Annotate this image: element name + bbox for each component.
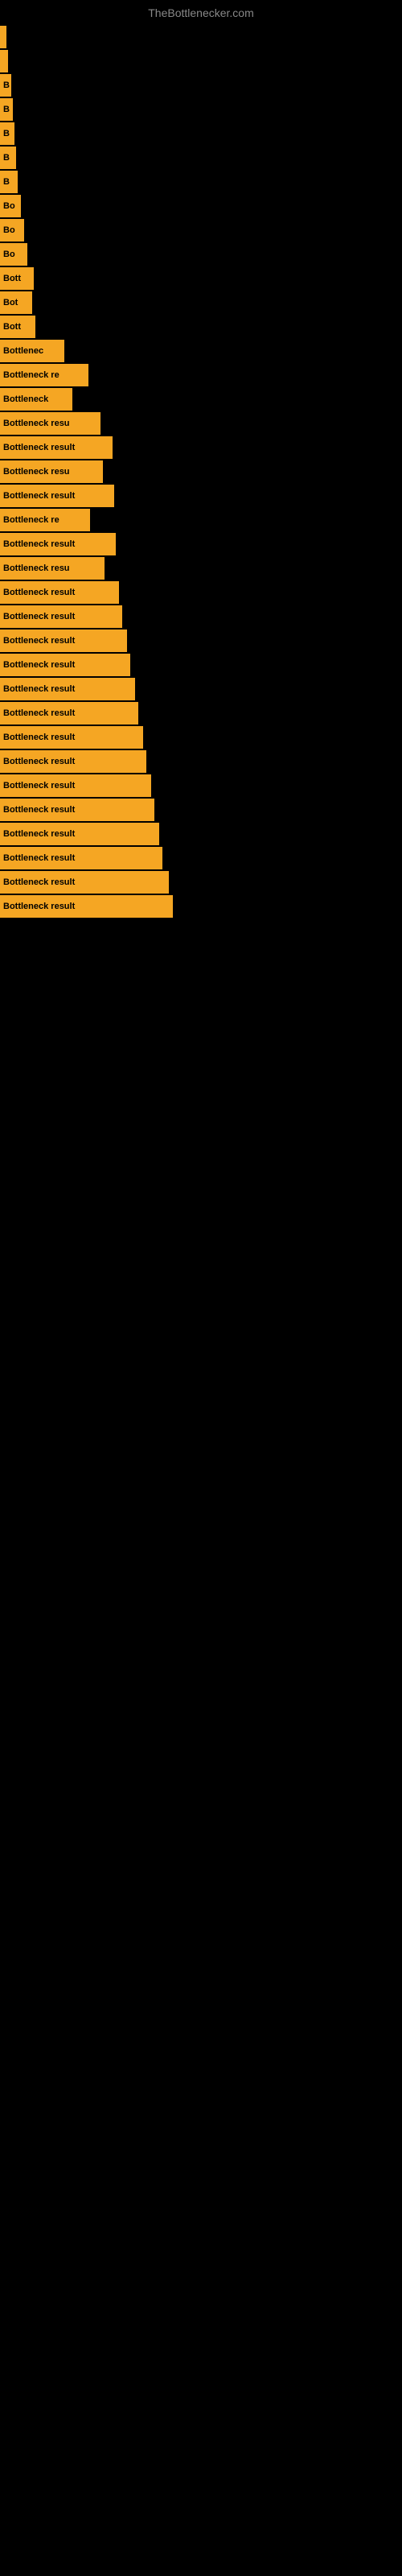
bar-row: Bottleneck resu [0,557,402,580]
bar-row: Bottlenec [0,340,402,362]
bar-row: Bottleneck result [0,605,402,628]
bar-row: Bottleneck re [0,509,402,531]
bar-item: Bottleneck result [0,605,122,628]
bar-item: B [0,98,13,121]
bar-item: B [0,74,11,97]
bar-item: Bottleneck result [0,485,114,507]
bar-item: Bottleneck resu [0,412,100,435]
bar-item: Bo [0,219,24,242]
bar-item: Bottlenec [0,340,64,362]
bar-row: Bottleneck result [0,726,402,749]
bar-item [0,50,8,72]
bar-row: Bottleneck result [0,436,402,459]
site-title: TheBottlenecker.com [0,0,402,26]
bar-row: Bottleneck result [0,823,402,845]
bar-row: Bott [0,316,402,338]
bar-row: Bo [0,243,402,266]
bar-row: B [0,74,402,97]
bar-row: Bottleneck result [0,799,402,821]
bar-row: Bottleneck result [0,654,402,676]
bar-item: Bottleneck result [0,895,173,918]
bar-item: Bo [0,243,27,266]
bar-item: Bottleneck re [0,509,90,531]
bar-row: Bottleneck result [0,750,402,773]
bar-row: Bott [0,267,402,290]
bar-row: Bottleneck re [0,364,402,386]
bar-row [0,26,402,48]
bar-item: Bottleneck re [0,364,88,386]
bar-row: B [0,171,402,193]
bar-item: Bottleneck result [0,823,159,845]
bar-item: Bottleneck result [0,702,138,724]
bar-row: Bottleneck result [0,678,402,700]
bar-item: Bottleneck resu [0,557,105,580]
bar-row: Bottleneck resu [0,412,402,435]
bar-item: Bot [0,291,32,314]
bar-row: Bottleneck resu [0,460,402,483]
bar-item: Bottleneck result [0,726,143,749]
bar-row: Bottleneck result [0,630,402,652]
bar-item: Bottleneck result [0,533,116,555]
bar-row: B [0,98,402,121]
bar-item: Bottleneck result [0,847,162,869]
bar-item [0,26,6,48]
bar-item: Bottleneck result [0,799,154,821]
bar-row: Bottleneck result [0,485,402,507]
bars-container: BBBBBBoBoBoBottBotBottBottlenecBottlenec… [0,26,402,918]
bar-item: Bo [0,195,21,217]
bar-row: Bottleneck [0,388,402,411]
bar-row: Bot [0,291,402,314]
bar-row: Bottleneck result [0,847,402,869]
bar-row: Bo [0,195,402,217]
bar-row: Bottleneck result [0,581,402,604]
bar-row [0,50,402,72]
bar-item: Bottleneck [0,388,72,411]
bar-item: B [0,122,14,145]
bar-item: Bott [0,267,34,290]
bar-row: Bottleneck result [0,533,402,555]
bar-item: Bottleneck result [0,871,169,894]
bar-item: Bottleneck resu [0,460,103,483]
bar-item: Bottleneck result [0,774,151,797]
bar-item: Bottleneck result [0,678,135,700]
bar-row: B [0,122,402,145]
bar-item: Bottleneck result [0,581,119,604]
bar-item: B [0,147,16,169]
bar-item: B [0,171,18,193]
bar-row: B [0,147,402,169]
bar-item: Bottleneck result [0,436,113,459]
bar-row: Bo [0,219,402,242]
bar-item: Bottleneck result [0,750,146,773]
bar-item: Bott [0,316,35,338]
bar-row: Bottleneck result [0,774,402,797]
bar-item: Bottleneck result [0,630,127,652]
bar-row: Bottleneck result [0,702,402,724]
bar-row: Bottleneck result [0,871,402,894]
bar-item: Bottleneck result [0,654,130,676]
bar-row: Bottleneck result [0,895,402,918]
